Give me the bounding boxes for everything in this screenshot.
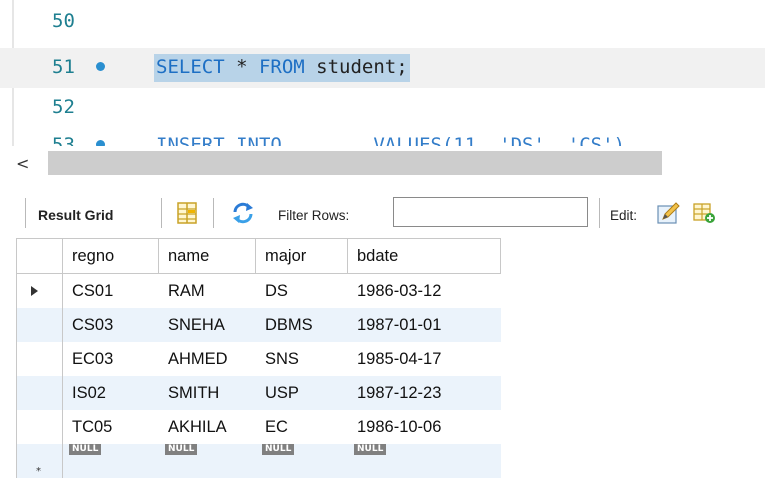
editor-line-53[interactable]: 53 INSERT INTO VALUES(11, 'DS', 'CS') bbox=[0, 126, 765, 146]
grid-cell[interactable]: 1987-12-23 bbox=[348, 376, 501, 410]
grid-cell[interactable]: RAM bbox=[159, 274, 256, 308]
toolbar-divider bbox=[25, 198, 26, 228]
sql-text: student; bbox=[304, 56, 408, 78]
line-number: 52 bbox=[52, 96, 75, 118]
sql-text: * bbox=[224, 56, 259, 78]
toolbar-divider bbox=[213, 198, 214, 228]
grid-cell[interactable]: DS bbox=[256, 274, 348, 308]
sql-editor[interactable]: 50 51 SELECT * FROM student; 52 53 INSER… bbox=[0, 0, 765, 146]
grid-header-row: regno name major bdate bbox=[17, 238, 501, 274]
editor-line-50[interactable]: 50 bbox=[0, 2, 765, 42]
row-header[interactable] bbox=[17, 274, 63, 308]
grid-cell[interactable]: CS03 bbox=[63, 308, 159, 342]
filter-rows-label: Filter Rows: bbox=[278, 208, 350, 223]
table-row[interactable]: EC03 AHMED SNS 1985-04-17 bbox=[17, 342, 501, 376]
grid-cell-null[interactable]: NULL bbox=[63, 444, 159, 478]
row-header[interactable]: * bbox=[17, 444, 63, 478]
column-header-bdate[interactable]: bdate bbox=[348, 239, 501, 273]
grid-cell[interactable]: 1986-03-12 bbox=[348, 274, 501, 308]
grid-cell-null[interactable]: NULL bbox=[159, 444, 256, 478]
scrollbar-thumb[interactable] bbox=[48, 151, 662, 175]
column-header-major[interactable]: major bbox=[256, 239, 348, 273]
table-row[interactable]: CS01 RAM DS 1986-03-12 bbox=[17, 274, 501, 308]
grid-cell[interactable]: AKHILA bbox=[159, 410, 256, 444]
grid-cell[interactable]: SMITH bbox=[159, 376, 256, 410]
grid-cell[interactable]: 1985-04-17 bbox=[348, 342, 501, 376]
line-number: 50 bbox=[52, 10, 75, 32]
null-badge: NULL bbox=[165, 444, 198, 455]
sql-keyword: FROM bbox=[258, 56, 305, 78]
filter-rows-input[interactable] bbox=[393, 197, 588, 227]
result-grid-tab[interactable]: Result Grid bbox=[38, 207, 113, 223]
scroll-left-icon[interactable]: < bbox=[16, 154, 29, 173]
table-row[interactable]: CS03 SNEHA DBMS 1987-01-01 bbox=[17, 308, 501, 342]
grid-cell[interactable]: USP bbox=[256, 376, 348, 410]
sql-statement-selected[interactable]: SELECT * FROM student; bbox=[154, 54, 410, 82]
grid-cell[interactable]: IS02 bbox=[63, 376, 159, 410]
grid-cell[interactable]: AHMED bbox=[159, 342, 256, 376]
horizontal-scrollbar[interactable]: < bbox=[0, 146, 765, 180]
null-badge: NULL bbox=[354, 444, 387, 455]
grid-cell[interactable]: EC03 bbox=[63, 342, 159, 376]
null-badge: NULL bbox=[262, 444, 295, 455]
new-row[interactable]: * NULL NULL NULL NULL bbox=[17, 444, 501, 478]
grid-cell[interactable]: 1986-10-06 bbox=[348, 410, 501, 444]
new-row-marker-icon: * bbox=[36, 466, 41, 477]
add-row-icon[interactable] bbox=[691, 200, 717, 226]
null-badge: NULL bbox=[69, 444, 102, 455]
result-toolbar: Result Grid Filter Rows: Edit: bbox=[0, 190, 765, 238]
row-header-corner[interactable] bbox=[17, 239, 63, 273]
grid-cell-null[interactable]: NULL bbox=[348, 444, 501, 478]
edit-pencil-icon[interactable] bbox=[655, 200, 681, 226]
table-row[interactable]: IS02 SMITH USP 1987-12-23 bbox=[17, 376, 501, 410]
grid-cell[interactable]: SNEHA bbox=[159, 308, 256, 342]
refresh-icon[interactable] bbox=[230, 200, 256, 226]
line-number: 51 bbox=[52, 56, 75, 78]
grid-cell[interactable]: SNS bbox=[256, 342, 348, 376]
row-header[interactable] bbox=[17, 410, 63, 444]
grid-cell[interactable]: TC05 bbox=[63, 410, 159, 444]
grid-cell[interactable]: 1987-01-01 bbox=[348, 308, 501, 342]
row-header[interactable] bbox=[17, 342, 63, 376]
grid-cell[interactable]: DBMS bbox=[256, 308, 348, 342]
editor-line-52[interactable]: 52 bbox=[0, 88, 765, 128]
form-view-icon[interactable] bbox=[174, 200, 200, 226]
result-grid[interactable]: regno name major bdate CS01 RAM DS 1986-… bbox=[16, 238, 501, 478]
grid-cell[interactable]: CS01 bbox=[63, 274, 159, 308]
row-header[interactable] bbox=[17, 376, 63, 410]
row-header[interactable] bbox=[17, 308, 63, 342]
toolbar-divider bbox=[599, 198, 600, 228]
statement-marker-icon[interactable] bbox=[96, 62, 105, 71]
column-header-regno[interactable]: regno bbox=[63, 239, 159, 273]
line-number: 53 bbox=[52, 134, 75, 146]
toolbar-divider bbox=[161, 198, 162, 228]
current-row-icon bbox=[31, 286, 38, 296]
edit-label: Edit: bbox=[610, 208, 638, 223]
sql-keyword: SELECT bbox=[156, 56, 225, 78]
sql-statement-partial[interactable]: INSERT INTO VALUES(11, 'DS', 'CS') bbox=[156, 134, 625, 146]
column-header-name[interactable]: name bbox=[159, 239, 256, 273]
grid-cell-null[interactable]: NULL bbox=[256, 444, 348, 478]
editor-line-51[interactable]: 51 SELECT * FROM student; bbox=[0, 48, 765, 88]
table-row[interactable]: TC05 AKHILA EC 1986-10-06 bbox=[17, 410, 501, 444]
grid-cell[interactable]: EC bbox=[256, 410, 348, 444]
